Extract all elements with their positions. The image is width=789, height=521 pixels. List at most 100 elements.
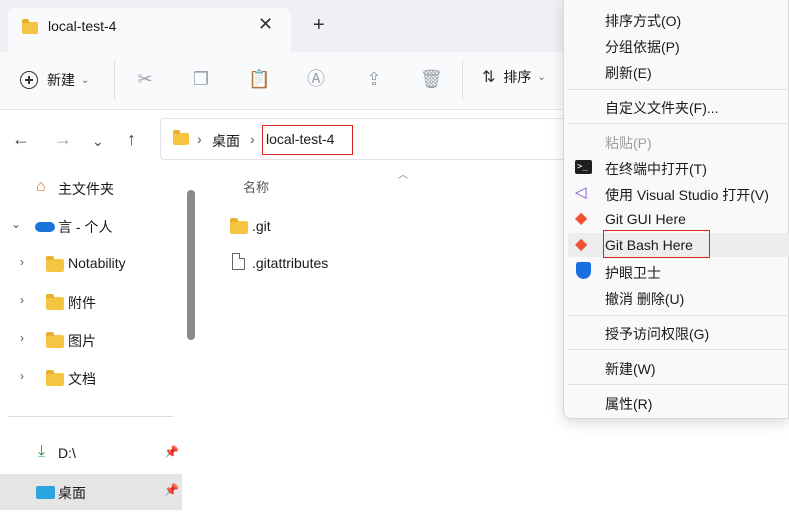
menu-item-label: 粘贴(P) [605, 135, 652, 151]
sidebar-item-onedrive[interactable]: ⌄ 言 - 个人 [0, 208, 182, 244]
menu-item-label: 使用 Visual Studio 打开(V) [605, 187, 769, 203]
git-icon: ◆ [575, 236, 588, 253]
pin-icon[interactable]: 📌 [164, 483, 179, 497]
menu-item-label: 在终端中打开(T) [605, 161, 707, 177]
menu-separator [568, 349, 789, 350]
sidebar-item-notability[interactable]: › Notability [0, 246, 182, 282]
sidebar-item-label: 主文件夹 [58, 181, 114, 197]
toolbar-divider [462, 60, 463, 100]
menu-item-label: 分组依据(P) [605, 39, 680, 55]
chevron-down-icon: ⌄ [81, 74, 90, 86]
sidebar-item-pictures[interactable]: › 图片 [0, 322, 182, 358]
sidebar-item-label: 桌面 [58, 485, 86, 501]
download-arrow-icon: ⤓ [38, 443, 46, 460]
git-icon: ◆ [575, 210, 588, 227]
chevron-down-icon: ⌄ [11, 217, 22, 231]
chevron-right-icon: › [20, 369, 24, 383]
menu-item-git-bash[interactable]: ◆ Git Bash Here [568, 230, 789, 258]
menu-item-label: 属性(R) [605, 396, 653, 412]
shield-icon [576, 262, 591, 279]
close-tab-button[interactable]: ✕ [258, 14, 273, 34]
menu-item-properties[interactable]: 属性(R) [568, 390, 789, 414]
breadcrumb-separator: › [250, 131, 255, 147]
folder-icon [46, 256, 64, 272]
sort-arrows-icon: ⇅ [482, 69, 496, 86]
sidebar-item-home[interactable]: ⌂ 主文件夹 [0, 170, 182, 206]
toolbar-divider [114, 60, 115, 100]
up-arrow-icon[interactable]: ↑ [127, 128, 136, 150]
onedrive-cloud-icon [35, 222, 55, 232]
menu-separator [568, 315, 789, 316]
sort-button[interactable]: ⇅ 排序 ⌄ [482, 67, 546, 87]
file-icon [232, 253, 245, 270]
desktop-icon [36, 486, 55, 499]
menu-item-new[interactable]: 新建(W) [568, 355, 789, 379]
file-name: .gitattributes [252, 255, 329, 271]
copy-icon[interactable]: ❐ [190, 68, 212, 90]
menu-item-label: 授予访问权限(G) [605, 326, 710, 342]
rename-icon[interactable]: Ⓐ [305, 68, 327, 90]
back-arrow-icon[interactable]: ← [12, 128, 30, 150]
sidebar-item-label: 图片 [68, 333, 96, 349]
menu-item-eye-guard[interactable]: 护眼卫士 [568, 259, 789, 283]
chevron-right-icon: › [20, 255, 24, 269]
sidebar-item-label: 言 - 个人 [58, 219, 113, 235]
sidebar-item-label: Notability [68, 255, 126, 271]
sort-ascending-icon: ︿ [398, 170, 408, 181]
menu-item-label: 撤消 删除(U) [605, 291, 685, 307]
recent-chevron-icon[interactable]: ⌄ [92, 130, 104, 152]
share-icon[interactable]: ⇪ [363, 68, 385, 90]
home-icon: ⌂ [36, 178, 46, 195]
sidebar-item-label: D:\ [58, 445, 76, 461]
menu-item-open-terminal[interactable]: >_ 在终端中打开(T) [568, 155, 789, 179]
folder-icon [173, 130, 189, 145]
breadcrumb-separator: › [197, 131, 202, 147]
chevron-down-icon: ⌄ [537, 71, 546, 83]
chevron-right-icon: › [20, 293, 24, 307]
new-button[interactable]: 新建 ⌄ [20, 67, 89, 93]
forward-arrow-icon[interactable]: → [54, 128, 72, 150]
paste-icon[interactable]: 📋 [248, 68, 270, 90]
menu-separator [568, 123, 789, 124]
address-bar[interactable]: › 桌面 › local-test-4 [160, 118, 580, 160]
tab-title: local-test-4 [48, 18, 117, 34]
sidebar-item-desktop[interactable]: 桌面 📌 [0, 474, 182, 510]
menu-item-label: 护眼卫士 [605, 265, 661, 281]
column-header-name[interactable]: 名称 [243, 177, 269, 196]
menu-item-grant-access[interactable]: 授予访问权限(G) [568, 320, 789, 344]
sidebar-item-drive-d[interactable]: ⤓ D:\ 📌 [0, 436, 182, 472]
sidebar-item-documents[interactable]: › 文档 [0, 360, 182, 396]
delete-icon[interactable]: 🗑 [420, 68, 443, 90]
menu-item-label: 刷新(E) [605, 65, 652, 81]
menu-item-customize-folder[interactable]: 自定义文件夹(F)... [568, 94, 789, 118]
menu-item-git-gui[interactable]: ◆ Git GUI Here [568, 207, 789, 231]
tab-local-test-4[interactable]: local-test-4 ✕ [8, 8, 291, 52]
menu-item-paste[interactable]: 粘贴(P) [568, 129, 789, 153]
new-button-label: 新建 [47, 72, 75, 88]
chevron-right-icon: › [20, 331, 24, 345]
menu-separator [568, 89, 789, 90]
pin-icon[interactable]: 📌 [164, 445, 179, 459]
folder-icon [230, 218, 248, 234]
folder-icon [46, 332, 64, 348]
sidebar-scrollbar[interactable] [187, 190, 195, 340]
annotation-highlight-box [603, 230, 710, 258]
sidebar-item-attachments[interactable]: › 附件 [0, 284, 182, 320]
breadcrumb-desktop[interactable]: 桌面 [212, 131, 240, 151]
new-tab-button[interactable]: + [313, 14, 325, 36]
menu-item-sort-by[interactable]: 排序方式(O) [568, 7, 789, 31]
cut-icon[interactable]: ✂ [134, 68, 156, 90]
navigation-pane: ⌂ 主文件夹 ⌄ 言 - 个人 › Notability › 附件 › 图片 ›… [0, 165, 205, 521]
folder-icon [46, 294, 64, 310]
menu-item-label: 排序方式(O) [605, 13, 682, 29]
menu-item-undo-delete[interactable]: 撤消 删除(U) [568, 285, 789, 309]
menu-item-refresh[interactable]: 刷新(E) [568, 59, 789, 83]
folder-icon [46, 370, 64, 386]
file-name: .git [252, 218, 271, 234]
sidebar-item-label: 附件 [68, 295, 96, 311]
terminal-icon: >_ [575, 160, 592, 174]
menu-item-label: Git GUI Here [605, 211, 686, 227]
sort-button-label: 排序 [503, 69, 532, 85]
menu-item-open-visual-studio[interactable]: ◁ 使用 Visual Studio 打开(V) [568, 181, 789, 205]
menu-item-group-by[interactable]: 分组依据(P) [568, 33, 789, 57]
